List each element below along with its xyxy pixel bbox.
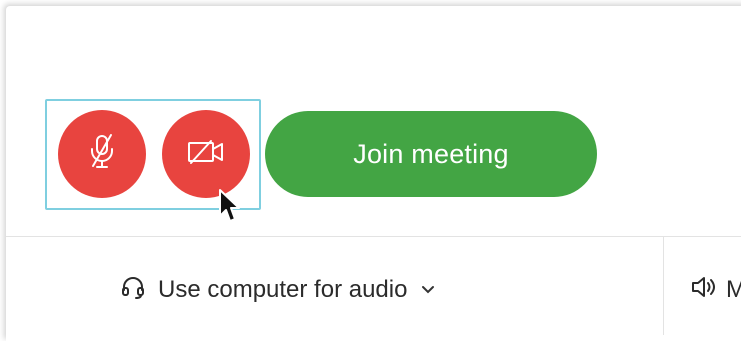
join-meeting-button[interactable]: Join meeting — [265, 111, 597, 197]
section-divider — [6, 236, 741, 237]
video-off-icon — [186, 138, 226, 171]
chevron-down-icon — [421, 281, 435, 299]
audio-option-label: Use computer for audio — [158, 276, 408, 303]
audio-connection-dropdown[interactable]: Use computer for audio — [120, 270, 435, 310]
speaker-option[interactable]: M — [690, 270, 741, 310]
mouse-pointer-icon — [218, 188, 242, 229]
muted-microphone-icon — [87, 133, 117, 176]
stop-video-button[interactable] — [162, 110, 250, 198]
column-divider — [663, 237, 664, 335]
headset-icon — [120, 274, 146, 307]
mute-microphone-button[interactable] — [58, 110, 146, 198]
speaker-option-label: M — [726, 276, 741, 303]
speaker-icon — [690, 274, 718, 307]
